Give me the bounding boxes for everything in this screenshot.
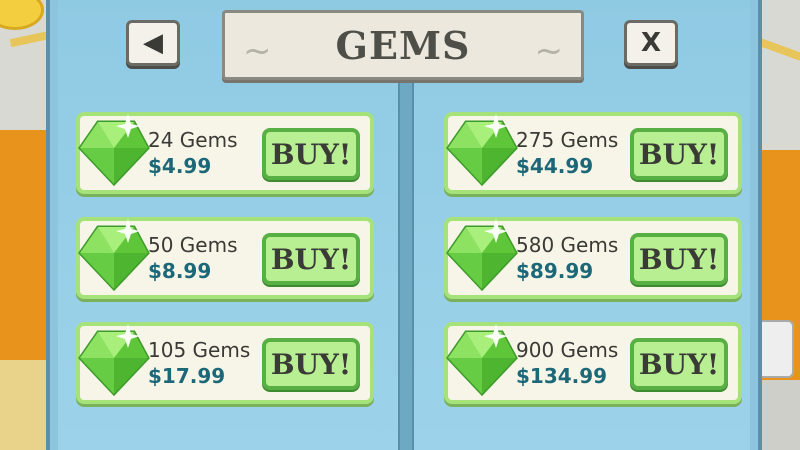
gem-offer-card[interactable]: 580 Gems $89.99 BUY!	[444, 217, 742, 299]
gem-icon	[78, 219, 150, 292]
gem-icon	[446, 324, 518, 397]
gem-quantity: 580 Gems	[516, 233, 619, 257]
swirl-ornament-icon: ~	[534, 31, 564, 71]
gem-icon	[446, 219, 518, 292]
buy-button[interactable]: BUY!	[630, 233, 728, 285]
gem-quantity: 275 Gems	[516, 128, 619, 152]
back-button[interactable]: ◀	[126, 20, 180, 66]
title-banner: ~ GEMS ~	[222, 10, 584, 80]
gem-price: $8.99	[148, 259, 212, 283]
gem-price: $4.99	[148, 154, 212, 178]
buy-button[interactable]: BUY!	[630, 338, 728, 390]
page-title: GEMS	[335, 23, 471, 68]
close-button[interactable]: X	[624, 20, 678, 66]
gem-quantity: 24 Gems	[148, 128, 238, 152]
gem-offer-card[interactable]: 24 Gems $4.99 BUY!	[76, 112, 374, 194]
gem-quantity: 105 Gems	[148, 338, 251, 362]
buy-button[interactable]: BUY!	[262, 128, 360, 180]
gem-price: $44.99	[516, 154, 594, 178]
gem-price: $17.99	[148, 364, 226, 388]
buy-button[interactable]: BUY!	[262, 233, 360, 285]
gem-price: $134.99	[516, 364, 608, 388]
buy-button[interactable]: BUY!	[262, 338, 360, 390]
gem-offer-card[interactable]: 900 Gems $134.99 BUY!	[444, 322, 742, 404]
gem-icon	[446, 114, 518, 187]
gem-quantity: 50 Gems	[148, 233, 238, 257]
gem-icon	[78, 114, 150, 187]
close-icon: X	[640, 28, 662, 58]
gem-icon	[78, 324, 150, 397]
gem-price: $89.99	[516, 259, 594, 283]
panel-divider	[398, 78, 414, 450]
gem-offer-card[interactable]: 50 Gems $8.99 BUY!	[76, 217, 374, 299]
gem-offer-card[interactable]: 105 Gems $17.99 BUY!	[76, 322, 374, 404]
gem-offer-card[interactable]: 275 Gems $44.99 BUY!	[444, 112, 742, 194]
gem-quantity: 900 Gems	[516, 338, 619, 362]
back-arrow-icon: ◀	[143, 28, 163, 58]
buy-button[interactable]: BUY!	[630, 128, 728, 180]
